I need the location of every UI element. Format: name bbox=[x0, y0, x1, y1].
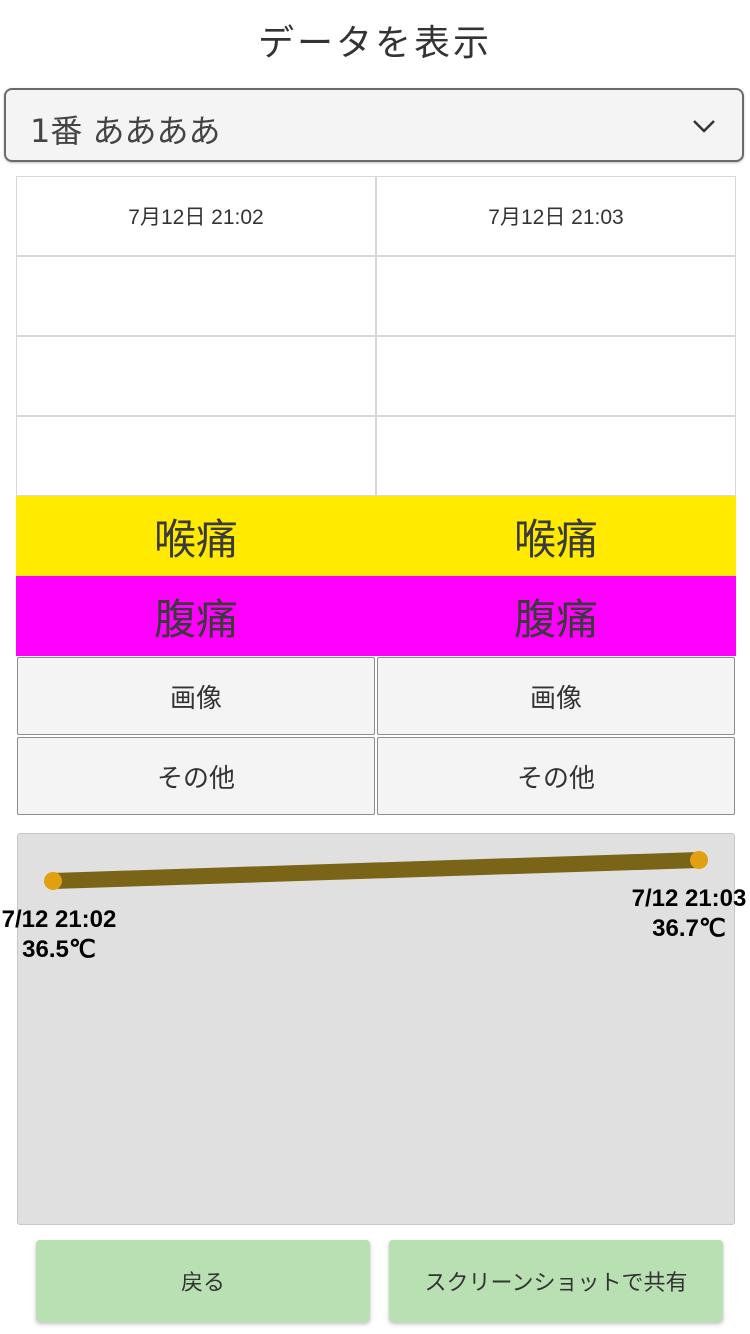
image-button[interactable]: 画像 bbox=[377, 657, 735, 735]
empty-cell bbox=[16, 256, 376, 336]
empty-cell bbox=[376, 256, 736, 336]
other-button[interactable]: その他 bbox=[17, 737, 375, 815]
table-row: 7月12日 21:02 7月12日 21:03 bbox=[16, 176, 736, 256]
temperature-chart bbox=[17, 833, 735, 1225]
share-screenshot-button[interactable]: スクリーンショットで共有 bbox=[389, 1240, 723, 1322]
table-row: 画像 画像 bbox=[16, 656, 736, 736]
data-table: 7月12日 21:02 7月12日 21:03 喉痛 喉痛 腹痛 腹痛 画像 画… bbox=[16, 176, 736, 816]
table-row bbox=[16, 416, 736, 496]
table-row bbox=[16, 256, 736, 336]
empty-cell bbox=[376, 416, 736, 496]
other-button[interactable]: その他 bbox=[377, 737, 735, 815]
chevron-down-icon bbox=[693, 120, 715, 133]
empty-cell bbox=[16, 336, 376, 416]
back-button[interactable]: 戻る bbox=[36, 1240, 370, 1322]
symptom-row-stomach: 腹痛 腹痛 bbox=[16, 576, 736, 656]
table-row: その他 その他 bbox=[16, 736, 736, 816]
symptom-row-throat: 喉痛 喉痛 bbox=[16, 496, 736, 576]
symptom-badge: 喉痛 bbox=[376, 496, 736, 576]
empty-cell bbox=[16, 416, 376, 496]
symptom-badge: 腹痛 bbox=[16, 576, 376, 656]
person-select[interactable]: 1番 ああああ bbox=[4, 88, 744, 162]
image-button[interactable]: 画像 bbox=[17, 657, 375, 735]
symptom-badge: 腹痛 bbox=[376, 576, 736, 656]
page-title: データを表示 bbox=[257, 23, 492, 64]
empty-cell bbox=[376, 336, 736, 416]
table-row bbox=[16, 336, 736, 416]
person-select-value: 1番 ああああ bbox=[30, 112, 221, 150]
date-cell: 7月12日 21:03 bbox=[376, 176, 736, 256]
symptom-badge: 喉痛 bbox=[16, 496, 376, 576]
date-cell: 7月12日 21:02 bbox=[16, 176, 376, 256]
